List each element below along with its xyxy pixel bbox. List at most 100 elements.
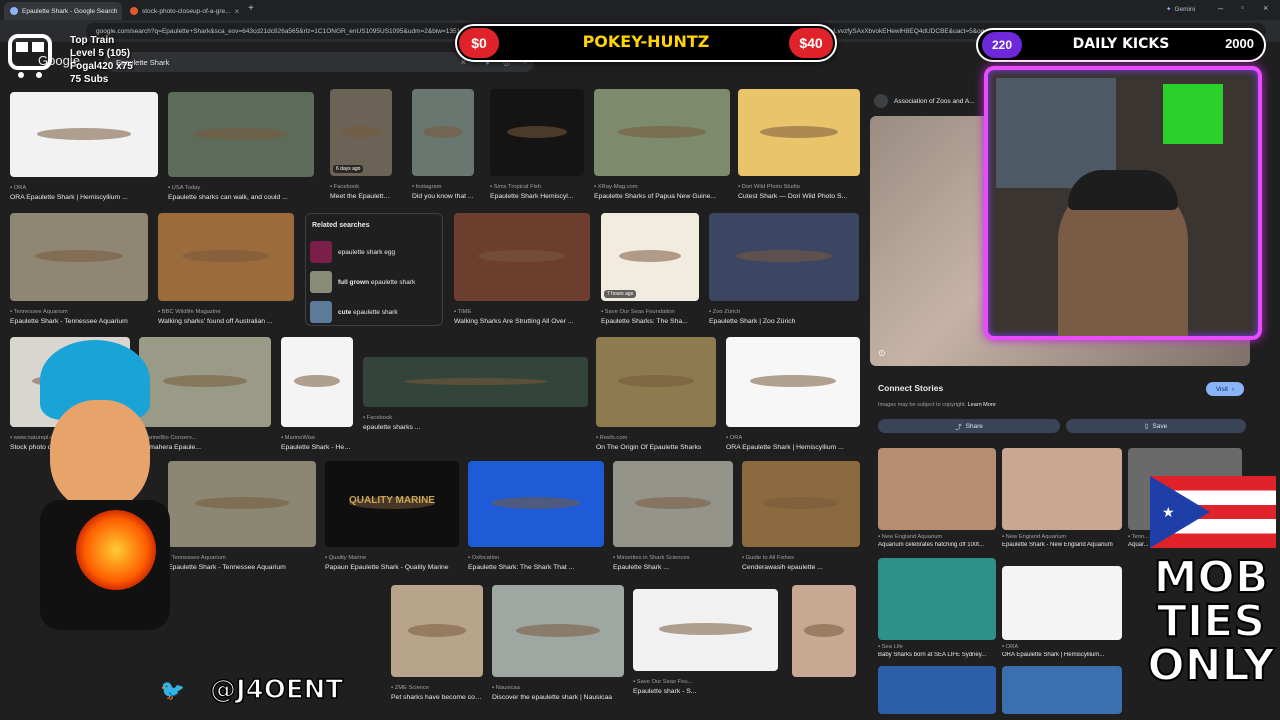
learn-more-link[interactable]: Learn More (968, 402, 996, 408)
result-thumbnail[interactable]: QUALITY MARINE (325, 461, 459, 547)
result-source[interactable]: ▪ XRay-Mag.com (594, 184, 730, 190)
result-source[interactable]: ▪ Facebook (330, 184, 392, 190)
result-caption[interactable]: On The Origin Of Epaulette Sharks (596, 444, 716, 451)
result-caption[interactable]: Cenderawasih epaulette ... (742, 564, 860, 571)
share-button[interactable]: ⤴ Share (878, 419, 1060, 433)
result-source[interactable]: ▪ ORA (726, 435, 860, 441)
side-source[interactable]: ▪ New England Aquarium (878, 534, 996, 540)
result-source[interactable]: ▪ Sims Tropical Fish (490, 184, 584, 190)
result-source[interactable]: ▪ Oxfocation (468, 555, 604, 561)
result-source[interactable]: ▪ Minorities in Shark Sciences (613, 555, 733, 561)
side-caption[interactable]: Epaulette Shark - New England Aquarium (1002, 542, 1122, 548)
side-thumbnail[interactable] (878, 666, 996, 714)
result-thumbnail[interactable] (391, 585, 483, 677)
result-source[interactable]: ▪ Reefs.com (596, 435, 716, 441)
result-caption[interactable]: Papaun Epaulette Shark - Quality Marine (325, 564, 459, 571)
result-caption[interactable]: Epaulette Shark: The Shark That ... (468, 564, 604, 571)
close-tab-icon[interactable]: × (235, 7, 240, 16)
result-caption[interactable]: Epaulette Shark ... (613, 564, 733, 571)
result-thumbnail[interactable] (594, 89, 730, 176)
minimize-icon[interactable]: – (1218, 3, 1223, 13)
result-thumbnail[interactable] (281, 337, 353, 427)
result-source[interactable]: ▪ USA Today (168, 185, 314, 191)
result-thumbnail[interactable] (10, 92, 158, 177)
result-caption[interactable]: Epaulette Sharks of Papua New Guine... (594, 193, 730, 200)
side-thumbnail[interactable] (1002, 566, 1122, 640)
result-thumbnail[interactable] (726, 337, 860, 427)
side-caption[interactable]: ORA Epaulette Shark | Hemiscyllium... (1002, 652, 1122, 658)
side-thumbnail[interactable] (1002, 448, 1122, 530)
result-source[interactable]: ▪ Guide to All Fishes (742, 555, 860, 561)
result-source[interactable]: ▪ Facebook (363, 415, 588, 421)
result-caption[interactable]: Did you know that ... (412, 193, 474, 200)
result-thumbnail[interactable] (633, 589, 778, 671)
result-source[interactable]: ▪ Nausicaa (492, 685, 624, 691)
result-caption[interactable]: Epaulette Shark - Tennessee Aquarium (10, 318, 148, 325)
result-caption[interactable]: Epaulette Shark - Tennessee Aquarium (168, 564, 316, 571)
result-source[interactable]: ▪ TIME (454, 309, 590, 315)
result-source[interactable]: ▪ Quality Marine (325, 555, 459, 561)
new-tab-button[interactable]: + (248, 3, 254, 14)
tab-google-search[interactable]: Epaulette Shark - Google Search × (4, 2, 122, 20)
side-caption[interactable]: Baby Sharks born at SEA LIFE Sydney... (878, 652, 996, 658)
result-source[interactable]: ▪ Save Our Seas Fou... (633, 679, 778, 685)
result-thumbnail[interactable] (412, 89, 474, 176)
result-source[interactable]: ▪ Dori Wild Photo Studio (738, 184, 860, 190)
side-source[interactable]: ▪ ORA (1002, 644, 1122, 650)
result-caption[interactable]: ORA Epaulette Shark | Hemiscyllium ... (726, 444, 860, 451)
result-source[interactable]: ▪ MarineWise (281, 435, 353, 441)
result-thumbnail[interactable] (596, 337, 716, 427)
result-caption[interactable]: Meet the Epaulette... (330, 193, 392, 200)
related-search-item[interactable]: epaulette shark egg (310, 240, 440, 264)
related-search-item[interactable]: cute epaulette shark (310, 300, 440, 324)
result-thumbnail[interactable] (363, 357, 588, 407)
visit-button[interactable]: Visit › (1206, 382, 1244, 396)
close-tab-icon[interactable]: × (121, 7, 122, 16)
result-source[interactable]: ▪ BBC Wildlife Magazine (158, 309, 294, 315)
result-thumbnail[interactable] (490, 89, 584, 176)
result-source[interactable]: ▪ Tennessee Aquarium (10, 309, 148, 315)
side-source[interactable]: ▪ Sea Life (878, 644, 996, 650)
save-button[interactable]: ▯ Save (1066, 419, 1246, 433)
result-thumbnail[interactable] (738, 89, 860, 176)
result-source[interactable]: ▪ Save Our Seas Foundation (601, 309, 699, 315)
result-caption[interactable]: Epaulette sharks can walk, and could ... (168, 194, 314, 201)
result-thumbnail[interactable] (168, 461, 316, 547)
result-thumbnail[interactable] (158, 213, 294, 301)
result-source[interactable]: ▪ Zoo Zürich (709, 309, 859, 315)
result-caption[interactable]: ORA Epaulette Shark | Hemiscyllium ... (10, 194, 158, 201)
result-caption[interactable]: Cutest Shark — Dori Wild Photo S... (738, 193, 860, 200)
maximize-icon[interactable]: ▫ (1241, 3, 1244, 12)
result-thumbnail[interactable] (613, 461, 733, 547)
result-caption[interactable]: Pet sharks have become cool, but is ... (391, 694, 483, 701)
result-source[interactable]: ▪ Tennessee Aquarium (168, 555, 316, 561)
result-thumbnail[interactable] (10, 213, 148, 301)
result-source[interactable]: ▪ ORA (10, 185, 158, 191)
result-caption[interactable]: Epaulette Shark - Hemiscyllium ... (281, 444, 353, 451)
result-thumbnail[interactable] (709, 213, 859, 301)
related-search-item[interactable]: full grown epaulette shark (310, 270, 440, 294)
result-caption[interactable]: Discover the epaulette shark | Nausicaa (492, 694, 624, 701)
side-thumbnail[interactable] (1002, 666, 1122, 714)
preview-source[interactable]: Association of Zoos and A... (874, 94, 975, 108)
result-caption[interactable]: Walking Sharks Are Strutting All Over ..… (454, 318, 590, 325)
result-caption[interactable]: epaulette sharks ... (363, 424, 588, 431)
tab-stock-photo[interactable]: stock-photo-closeup-of-a-gre... × (124, 2, 242, 20)
result-thumbnail[interactable] (168, 92, 314, 177)
result-thumbnail[interactable] (742, 461, 860, 547)
result-thumbnail[interactable] (492, 585, 624, 677)
result-caption[interactable]: Walking sharks' found off Australian ... (158, 318, 294, 325)
side-thumbnail[interactable] (878, 558, 996, 640)
side-thumbnail[interactable] (878, 448, 996, 530)
result-source[interactable]: ▪ Instagram (412, 184, 474, 190)
preview-title[interactable]: Connect Stories (878, 383, 943, 393)
result-thumbnail[interactable] (454, 213, 590, 301)
result-caption[interactable]: Epaulette shark - S... (633, 688, 778, 695)
result-thumbnail[interactable]: 6 days ago (330, 89, 392, 176)
lens-search-icon[interactable]: ⊙ (878, 348, 886, 359)
result-thumbnail[interactable] (468, 461, 604, 547)
side-source[interactable]: ▪ New England Aquarium (1002, 534, 1122, 540)
result-caption[interactable]: Epaulette Shark | Zoo Zürich (709, 318, 859, 325)
result-thumbnail[interactable] (792, 585, 856, 677)
result-caption[interactable]: Epaulette Shark Hemiscyl... (490, 193, 584, 200)
